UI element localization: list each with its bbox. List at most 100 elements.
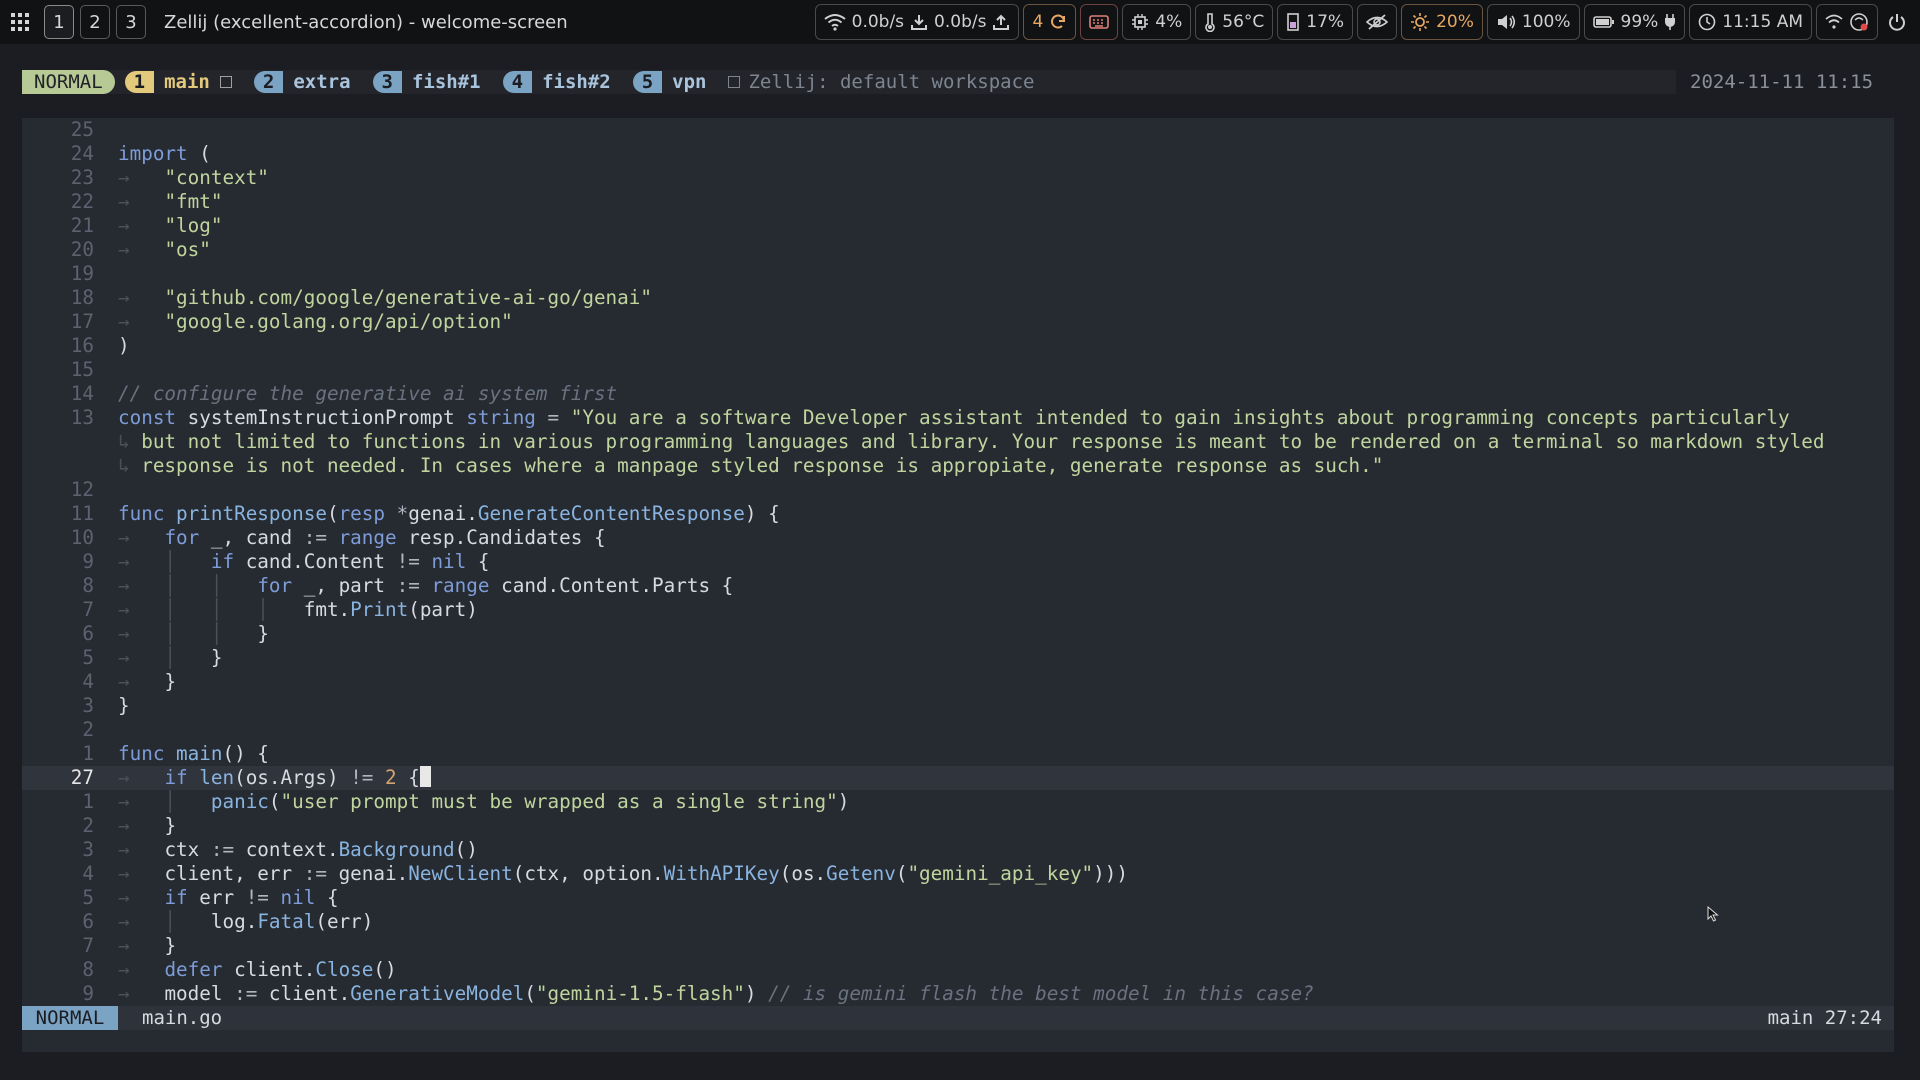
tab-number: 4: [502, 71, 533, 93]
app-grid-icon[interactable]: [10, 12, 30, 32]
clock-time: 11:15 AM: [1722, 12, 1803, 32]
zellij-tab-fish1[interactable]: 3 fish#1: [372, 70, 481, 94]
editor-pane[interactable]: 25 24 import ( 23 → "context" 22 → "fmt" 21…: [22, 118, 1894, 1052]
code-line[interactable]: 8 → │ │ for _, part := range cand.Content…: [22, 574, 1894, 598]
download-icon: [911, 15, 928, 30]
code-line-wrap[interactable]: ↳ response is not needed. In cases where…: [22, 454, 1894, 478]
line-number: 1: [82, 790, 94, 813]
temperature-value: 56°C: [1222, 12, 1265, 32]
code-line[interactable]: 6 → │ log.Fatal(err): [22, 910, 1894, 934]
code-line[interactable]: 5 → if err != nil {: [22, 886, 1894, 910]
line-number: 16: [70, 334, 94, 357]
code-line[interactable]: 21 → "log": [22, 214, 1894, 238]
line-number: 7: [82, 598, 94, 621]
code-line[interactable]: 11 func printResponse(resp *genai.Generat…: [22, 502, 1894, 526]
battery-icon: [1592, 16, 1614, 28]
code-line[interactable]: 15: [22, 358, 1894, 382]
line-number: 5: [82, 886, 94, 909]
tab-number: 1: [124, 71, 155, 93]
zellij-tab-main[interactable]: 1 main: [124, 70, 232, 94]
code-line[interactable]: 12: [22, 478, 1894, 502]
code-line[interactable]: 2: [22, 718, 1894, 742]
tab-number: 3: [372, 71, 402, 93]
code-line[interactable]: 1 → │ panic("user prompt must be wrapped …: [22, 790, 1894, 814]
keyboard-icon: [1089, 15, 1110, 29]
network-status-widget[interactable]: [1816, 4, 1878, 40]
volume-widget[interactable]: 100%: [1486, 4, 1580, 40]
code-line[interactable]: 25: [22, 118, 1894, 142]
volume-value: 100%: [1521, 12, 1571, 32]
power-icon[interactable]: [1882, 4, 1912, 40]
line-number: 17: [70, 310, 94, 333]
keyboard-widget[interactable]: [1080, 4, 1119, 40]
code-line[interactable]: 7 → }: [22, 934, 1894, 958]
code-line[interactable]: 20 → "os": [22, 238, 1894, 262]
eye-slash-icon: [1366, 14, 1389, 30]
code-line[interactable]: 18 → "github.com/google/generative-ai-go/…: [22, 286, 1894, 310]
code-view[interactable]: 25 24 import ( 23 → "context" 22 → "fmt" 21…: [22, 118, 1894, 1006]
upload-speed: 0.0b/s: [934, 12, 987, 32]
code-line[interactable]: 8 → defer client.Close(): [22, 958, 1894, 982]
line-number: 25: [70, 118, 94, 141]
code-line[interactable]: 23 → "context": [22, 166, 1894, 190]
code-line[interactable]: 5 → │ }: [22, 646, 1894, 670]
cpu-widget[interactable]: 4%: [1122, 4, 1192, 40]
battery-widget[interactable]: 99%: [1583, 4, 1686, 40]
updates-count: 4: [1032, 12, 1044, 32]
code-line[interactable]: 13 const systemInstructionPrompt string =…: [22, 406, 1894, 430]
code-line[interactable]: 19: [22, 262, 1894, 286]
zellij-tab-vpn[interactable]: 5 vpn: [632, 70, 706, 94]
workspace-button-2[interactable]: 2: [80, 5, 110, 39]
code-line[interactable]: 24 import (: [22, 142, 1894, 166]
line-number: 4: [82, 670, 94, 693]
code-line[interactable]: 9 → │ if cand.Content != nil {: [22, 550, 1894, 574]
code-line[interactable]: 9 → model := client.GenerativeModel("gemi…: [22, 982, 1894, 1006]
memory-widget[interactable]: 17%: [1277, 4, 1354, 40]
code-line[interactable]: 2 → }: [22, 814, 1894, 838]
zellij-tab-fish2[interactable]: 4 fish#2: [502, 70, 611, 94]
privacy-widget[interactable]: [1357, 4, 1398, 40]
line-number: 22: [70, 190, 94, 213]
workspace-button-1[interactable]: 1: [44, 5, 74, 39]
code-line[interactable]: 6 → │ │ }: [22, 622, 1894, 646]
line-number: 6: [82, 622, 94, 645]
code-line[interactable]: 10 → for _, cand := range resp.Candidates…: [22, 526, 1894, 550]
upload-icon: [993, 14, 1010, 30]
line-number: 3: [82, 694, 94, 717]
clock-widget[interactable]: 11:15 AM: [1689, 4, 1812, 40]
code-line[interactable]: 4 → }: [22, 670, 1894, 694]
code-line[interactable]: 16): [22, 334, 1894, 358]
line-number: 24: [70, 142, 94, 165]
code-line[interactable]: 22 → "fmt": [22, 190, 1894, 214]
zellij-tab-extra[interactable]: 2 extra: [253, 70, 351, 94]
line-number: 2: [82, 718, 94, 741]
code-line[interactable]: 1 func main() {: [22, 742, 1894, 766]
editor-statusline: NORMAL main.go main 27:24: [22, 1006, 1894, 1030]
code-line[interactable]: 7 → │ │ │ fmt.Print(part): [22, 598, 1894, 622]
editor-mode: NORMAL: [22, 1006, 118, 1030]
network-speed-widget[interactable]: 0.0b/s 0.0b/s: [814, 4, 1020, 40]
code-line[interactable]: 3}: [22, 694, 1894, 718]
line-number: 13: [70, 406, 94, 429]
workspace-button-3[interactable]: 3: [116, 5, 146, 39]
workspace-icon: [728, 76, 741, 88]
code-line[interactable]: 4 → client, err := genai.NewClient(ctx, o…: [22, 862, 1894, 886]
code-line[interactable]: 14// configure the generative ai system …: [22, 382, 1894, 406]
memory-usage: 17%: [1306, 12, 1345, 32]
brightness-widget[interactable]: 20%: [1401, 4, 1483, 40]
line-number: 7: [82, 934, 94, 957]
line-number: 3: [82, 838, 94, 861]
code-line[interactable]: 17 → "google.golang.org/api/option": [22, 310, 1894, 334]
fullscreen-icon: [219, 76, 232, 88]
code-line-wrap[interactable]: ↳ but not limited to functions in variou…: [22, 430, 1894, 454]
temperature-widget[interactable]: 56°C: [1195, 4, 1274, 40]
line-number: 9: [82, 982, 94, 1005]
line-number: 27: [70, 766, 94, 789]
clock-icon: [1698, 13, 1716, 31]
line-number: 2: [82, 814, 94, 837]
line-number: 5: [82, 646, 94, 669]
updates-widget[interactable]: 4: [1023, 4, 1077, 40]
code-line[interactable]: 3 → ctx := context.Background(): [22, 838, 1894, 862]
code-line-current[interactable]: 27 → if len(os.Args) != 2 {: [22, 766, 1894, 790]
line-number: 20: [70, 238, 94, 261]
